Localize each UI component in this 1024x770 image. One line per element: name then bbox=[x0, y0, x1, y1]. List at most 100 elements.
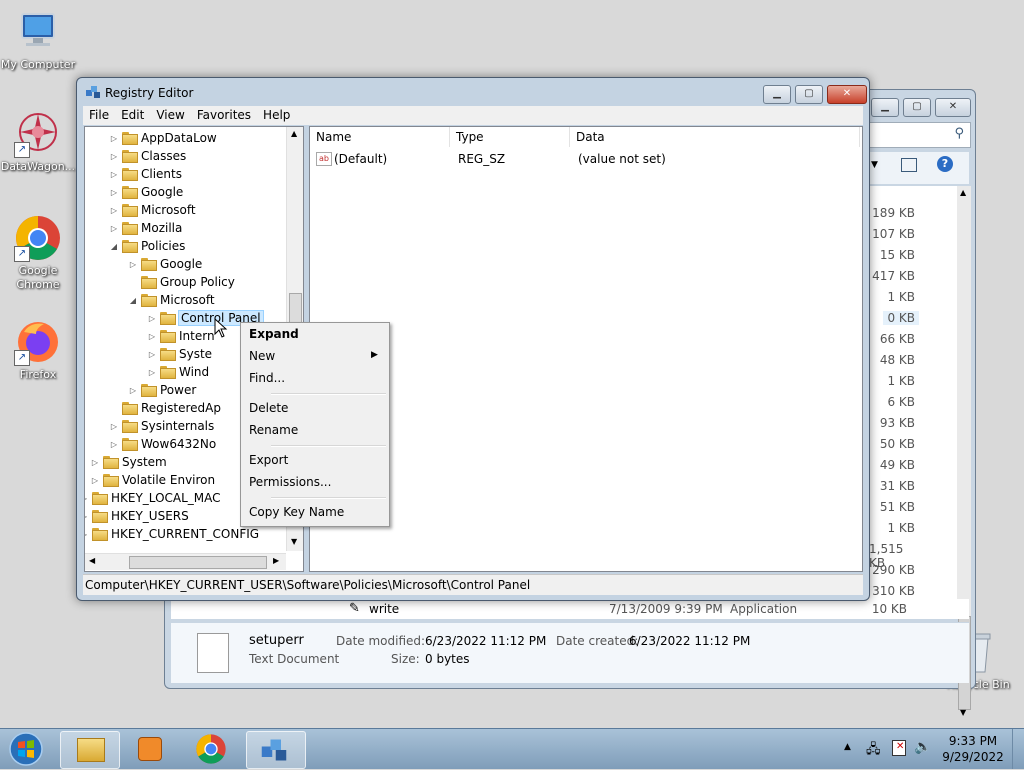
tree-item-google[interactable]: ▷ Google bbox=[109, 183, 183, 201]
expand-arrow-icon[interactable]: ▷ bbox=[85, 526, 89, 544]
menu-item-copy-key-name[interactable]: Copy Key Name bbox=[249, 502, 344, 522]
tree-item-internet[interactable]: ▷ Intern bbox=[147, 327, 215, 345]
title-bar[interactable]: Registry Editor ▁ ▢ ✕ bbox=[77, 78, 869, 106]
column-header-type[interactable]: Type bbox=[450, 127, 570, 147]
taskbar-media-player-button[interactable] bbox=[120, 731, 178, 767]
preview-pane-icon[interactable] bbox=[901, 158, 917, 172]
taskbar-explorer-button[interactable] bbox=[60, 731, 120, 769]
expand-arrow-icon[interactable]: ▷ bbox=[147, 364, 157, 382]
tree-item-group-policy[interactable]: Group Policy bbox=[128, 273, 235, 291]
maximize-button[interactable]: ▢ bbox=[795, 85, 823, 104]
vertical-scrollbar[interactable]: ▲ ▼ bbox=[957, 186, 971, 717]
registry-editor-window[interactable]: Registry Editor ▁ ▢ ✕ File Edit View Favori… bbox=[76, 77, 870, 601]
tree-item-registeredapps[interactable]: RegisteredAp bbox=[109, 399, 221, 417]
expand-arrow-icon[interactable]: ▷ bbox=[109, 220, 119, 238]
expand-arrow-icon[interactable]: ▷ bbox=[109, 148, 119, 166]
tree-item-sysinternals[interactable]: ▷ Sysinternals bbox=[109, 417, 214, 435]
close-button[interactable]: ✕ bbox=[935, 98, 971, 117]
tree-item-windows[interactable]: ▷ Wind bbox=[147, 363, 209, 381]
menu-separator bbox=[271, 393, 386, 395]
expand-arrow-icon[interactable]: ▷ bbox=[109, 436, 119, 454]
menu-item-export[interactable]: Export bbox=[249, 450, 288, 470]
scroll-thumb[interactable] bbox=[129, 556, 267, 569]
expand-arrow-icon[interactable]: ▷ bbox=[109, 184, 119, 202]
scroll-up-icon[interactable]: ▲ bbox=[960, 188, 966, 197]
desktop-icon-firefox[interactable]: ↗ Firefox bbox=[0, 318, 76, 382]
registry-values-list[interactable]: Name Type Data ab (Default) REG_SZ (valu… bbox=[309, 126, 863, 572]
tree-item-policies[interactable]: ◢ Policies bbox=[109, 237, 185, 255]
expand-arrow-icon[interactable]: ▷ bbox=[147, 328, 157, 346]
tree-item-hkey-users[interactable]: ▷HKEY_USERS bbox=[85, 507, 189, 526]
menu-file[interactable]: File bbox=[83, 106, 115, 122]
close-button[interactable]: ✕ bbox=[827, 85, 867, 104]
expand-arrow-icon[interactable]: ▷ bbox=[128, 256, 138, 274]
search-input[interactable]: ⚲ bbox=[869, 122, 971, 148]
help-icon[interactable]: ? bbox=[937, 156, 953, 172]
menu-item-new[interactable]: New bbox=[249, 346, 275, 366]
menu-item-find[interactable]: Find... bbox=[249, 368, 285, 388]
tree-item-power[interactable]: ▷ Power bbox=[128, 381, 196, 399]
network-icon[interactable]: 🖧 bbox=[866, 740, 881, 762]
taskbar-regedit-button[interactable] bbox=[246, 731, 306, 769]
clock[interactable]: 9:33 PM 9/29/2022 bbox=[940, 733, 1006, 765]
column-header-data[interactable]: Data bbox=[570, 127, 860, 147]
desktop-icon-my-computer[interactable]: My Computer bbox=[0, 8, 76, 72]
value-row[interactable]: ab (Default) REG_SZ (value not set) bbox=[310, 149, 860, 169]
column-header-name[interactable]: Name bbox=[310, 127, 450, 147]
expand-arrow-icon[interactable]: ▷ bbox=[147, 310, 157, 328]
tree-item-hkey-local-machine[interactable]: ▷HKEY_LOCAL_MAC bbox=[85, 489, 221, 508]
tree-item-system[interactable]: ▷ Syste bbox=[147, 345, 212, 363]
menu-item-permissions[interactable]: Permissions... bbox=[249, 472, 331, 492]
tree-item-clients[interactable]: ▷ Clients bbox=[109, 165, 182, 183]
tree-item-policies-microsoft[interactable]: ◢ Microsoft bbox=[128, 291, 215, 309]
tree-item-wow6432node[interactable]: ▷ Wow6432No bbox=[109, 435, 216, 453]
expand-arrow-icon[interactable]: ▷ bbox=[85, 508, 89, 526]
maximize-button[interactable]: ▢ bbox=[903, 98, 931, 117]
collapse-arrow-icon[interactable]: ◢ bbox=[128, 292, 138, 310]
tree-item-classes[interactable]: ▷ Classes bbox=[109, 147, 186, 165]
expand-arrow-icon[interactable]: ▷ bbox=[90, 454, 100, 472]
tree-item-volatile-environment[interactable]: ▷ Volatile Environ bbox=[90, 471, 215, 489]
show-desktop-button[interactable] bbox=[1012, 729, 1024, 769]
scroll-left-icon[interactable]: ◀ bbox=[89, 556, 95, 565]
chevron-down-icon[interactable]: ▼ bbox=[871, 160, 878, 170]
expand-arrow-icon[interactable]: ▷ bbox=[109, 130, 119, 148]
minimize-button[interactable]: ▁ bbox=[871, 98, 899, 117]
start-button[interactable] bbox=[6, 731, 46, 767]
scroll-right-icon[interactable]: ▶ bbox=[273, 556, 279, 565]
menu-view[interactable]: View bbox=[150, 106, 190, 122]
tree-horizontal-scrollbar[interactable]: ◀ ▶ bbox=[85, 553, 286, 570]
tree-item-mozilla[interactable]: ▷ Mozilla bbox=[109, 219, 182, 237]
action-center-icon[interactable]: ✕ bbox=[892, 740, 906, 756]
show-hidden-icons-icon[interactable]: ▲ bbox=[844, 742, 851, 752]
taskbar-chrome-button[interactable] bbox=[183, 731, 241, 767]
file-row-write[interactable]: ✎ write 7/13/2009 9:39 PM Application 10… bbox=[171, 599, 969, 619]
menu-edit[interactable]: Edit bbox=[115, 106, 150, 122]
minimize-button[interactable]: ▁ bbox=[763, 85, 791, 104]
tree-item-hkey-current-config[interactable]: ▷HKEY_CURRENT_CONFIG bbox=[85, 525, 259, 544]
menu-item-delete[interactable]: Delete bbox=[249, 398, 288, 418]
volume-icon[interactable]: 🔈 bbox=[914, 739, 931, 755]
tree-item-policies-google[interactable]: ▷ Google bbox=[128, 255, 202, 273]
collapse-arrow-icon[interactable]: ◢ bbox=[109, 238, 119, 256]
expand-arrow-icon[interactable]: ▷ bbox=[109, 202, 119, 220]
expand-arrow-icon[interactable]: ▷ bbox=[109, 166, 119, 184]
file-list[interactable]: 189 KB 107 KB 15 KB 417 KB 1 KB 0 KB 66 KB 48 K… bbox=[869, 186, 969, 616]
expand-arrow-icon[interactable]: ▷ bbox=[128, 382, 138, 400]
expand-arrow-icon[interactable]: ▷ bbox=[109, 418, 119, 436]
scroll-down-icon[interactable]: ▼ bbox=[960, 708, 966, 717]
desktop-icon-datawagon[interactable]: ↗ DataWagon... bbox=[0, 110, 76, 174]
expand-arrow-icon[interactable]: ▷ bbox=[90, 472, 100, 490]
expand-arrow-icon[interactable]: ▷ bbox=[147, 346, 157, 364]
menu-favorites[interactable]: Favorites bbox=[191, 106, 257, 122]
menu-item-rename[interactable]: Rename bbox=[249, 420, 298, 440]
menu-help[interactable]: Help bbox=[257, 106, 296, 122]
tree-item-appdatalow[interactable]: ▷ AppDataLow bbox=[109, 129, 217, 147]
tree-item-microsoft[interactable]: ▷ Microsoft bbox=[109, 201, 196, 219]
scroll-down-icon[interactable]: ▼ bbox=[291, 537, 297, 546]
menu-item-expand[interactable]: Expand bbox=[249, 324, 299, 344]
tree-item-system-root[interactable]: ▷ System bbox=[90, 453, 167, 471]
desktop-icon-google-chrome[interactable]: ↗ Google Chrome bbox=[0, 214, 76, 292]
scroll-up-icon[interactable]: ▲ bbox=[291, 129, 297, 138]
expand-arrow-icon[interactable]: ▷ bbox=[85, 490, 89, 508]
